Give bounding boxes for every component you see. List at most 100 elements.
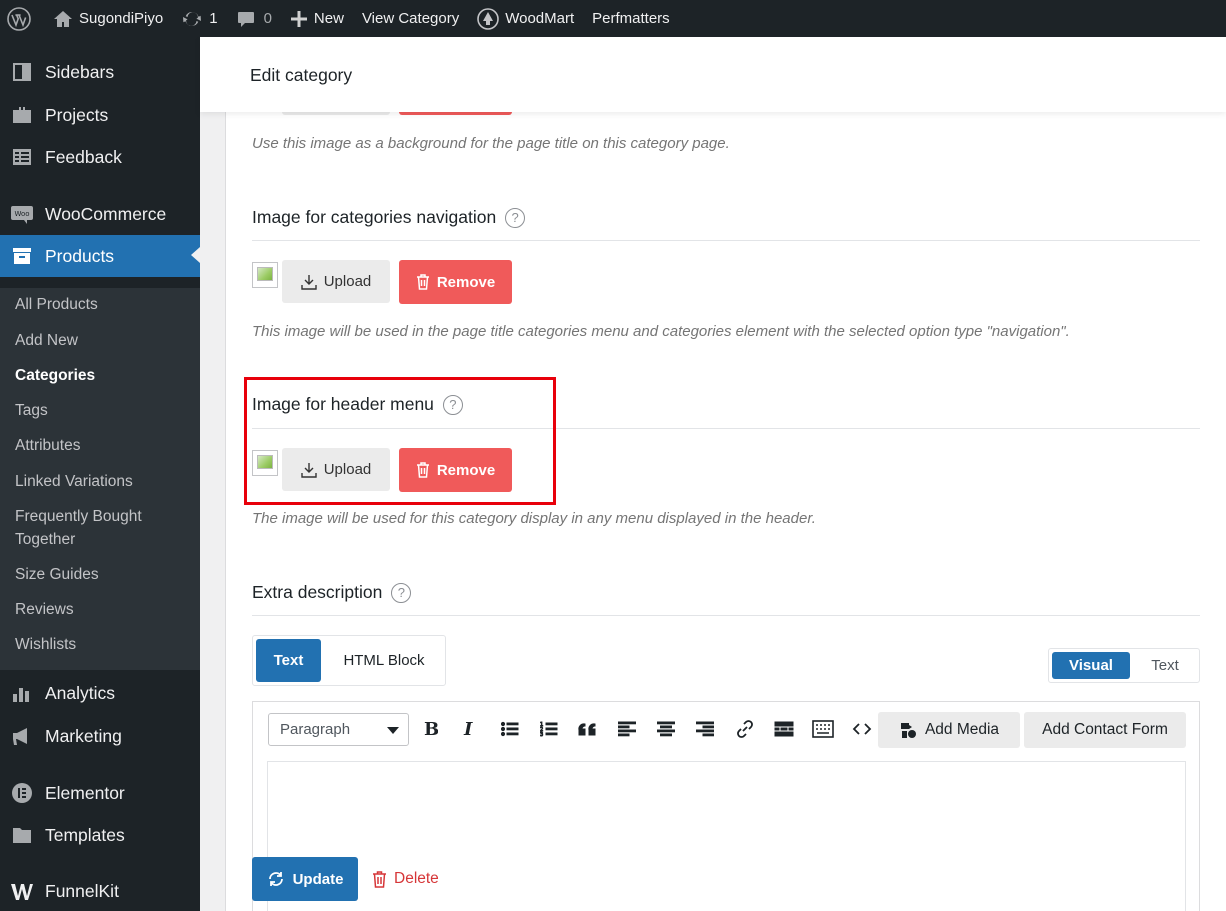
archive-icon bbox=[10, 244, 34, 268]
menu-item-products[interactable]: Products bbox=[0, 235, 200, 277]
update-label: Update bbox=[292, 870, 344, 888]
admin-bar: SugondiPiyo 1 0 New View Category WoodMa… bbox=[0, 0, 1226, 37]
blockquote-icon[interactable] bbox=[576, 717, 600, 741]
download-icon bbox=[301, 274, 317, 290]
link-icon[interactable] bbox=[733, 717, 757, 741]
menu-label: WooCommerce bbox=[45, 203, 167, 224]
editor-mode-tabs: Visual Text bbox=[1048, 648, 1200, 683]
trash-icon bbox=[416, 274, 429, 290]
folder-icon bbox=[10, 823, 34, 847]
align-right-icon[interactable] bbox=[693, 717, 717, 741]
format-select-value: Paragraph bbox=[280, 721, 351, 738]
menu-label: Marketing bbox=[45, 725, 122, 746]
add-media-label: Add Media bbox=[924, 721, 1000, 738]
submenu-tags[interactable]: Tags bbox=[15, 399, 190, 422]
submenu-attributes[interactable]: Attributes bbox=[15, 434, 190, 457]
menu-item-marketing[interactable]: Marketing bbox=[0, 716, 200, 756]
submenu-categories[interactable]: Categories bbox=[15, 364, 190, 387]
menu-label: Products bbox=[45, 245, 115, 266]
submenu-linked-variations[interactable]: Linked Variations bbox=[15, 470, 190, 493]
code-icon[interactable] bbox=[850, 717, 874, 741]
description-type-tabs: Text HTML Block bbox=[252, 635, 446, 686]
view-category-link[interactable]: View Category bbox=[353, 0, 468, 37]
tab-visual[interactable]: Visual bbox=[1052, 652, 1130, 679]
submenu-wishlists[interactable]: Wishlists bbox=[15, 633, 190, 656]
remove-label: Remove bbox=[436, 273, 496, 291]
help-icon[interactable]: ? bbox=[505, 207, 526, 228]
divider bbox=[252, 240, 1200, 241]
nav-image-title-text: Image for categories navigation bbox=[252, 207, 497, 227]
divider bbox=[252, 615, 1200, 616]
bold-icon[interactable]: B bbox=[418, 717, 442, 741]
svg-text:Woo: Woo bbox=[14, 210, 29, 218]
comments-link[interactable]: 0 bbox=[227, 0, 281, 37]
new-label: New bbox=[313, 10, 344, 27]
wordpress-logo-icon[interactable] bbox=[0, 0, 44, 37]
menu-label: Analytics bbox=[45, 682, 116, 703]
woodmart-label: WoodMart bbox=[505, 10, 575, 27]
menu-item-sidebars[interactable]: Sidebars bbox=[0, 52, 200, 92]
woodmart-icon bbox=[477, 7, 500, 30]
extra-description-title: Extra description ? bbox=[252, 582, 412, 603]
refresh-icon bbox=[268, 872, 283, 886]
site-name-link[interactable]: SugondiPiyo bbox=[44, 0, 172, 37]
comments-count: 0 bbox=[263, 10, 272, 27]
tab-text-mode[interactable]: Text bbox=[1132, 652, 1198, 679]
menu-item-woocommerce[interactable]: Woo WooCommerce bbox=[0, 194, 200, 234]
plus-icon bbox=[290, 10, 307, 27]
perfmatters-link[interactable]: Perfmatters bbox=[583, 0, 679, 37]
submenu-reviews[interactable]: Reviews bbox=[15, 598, 190, 621]
menu-label: Elementor bbox=[45, 782, 125, 803]
help-icon[interactable]: ? bbox=[391, 582, 412, 603]
menu-label: Sidebars bbox=[45, 61, 115, 82]
submenu-all-products[interactable]: All Products bbox=[15, 293, 190, 316]
menu-item-projects[interactable]: Projects bbox=[0, 95, 200, 135]
woodmart-link[interactable]: WoodMart bbox=[468, 0, 583, 37]
elementor-icon bbox=[10, 781, 34, 805]
align-center-icon[interactable] bbox=[654, 717, 678, 741]
bullet-list-icon[interactable] bbox=[498, 717, 522, 741]
submenu-size-guides[interactable]: Size Guides bbox=[15, 563, 190, 586]
new-content-link[interactable]: New bbox=[281, 0, 353, 37]
menu-item-analytics[interactable]: Analytics bbox=[0, 673, 200, 713]
nav-image-upload-button[interactable]: Upload bbox=[282, 260, 390, 303]
updates-count: 1 bbox=[209, 10, 218, 27]
submenu-frequently-bought-together[interactable]: Frequently Bought Together bbox=[15, 505, 190, 551]
italic-icon[interactable]: I bbox=[457, 717, 481, 741]
align-left-icon[interactable] bbox=[615, 717, 639, 741]
menu-label: FunnelKit bbox=[45, 880, 119, 901]
menu-label: Feedback bbox=[45, 146, 122, 167]
read-more-icon[interactable] bbox=[772, 717, 796, 741]
submenu-add-new[interactable]: Add New bbox=[15, 329, 190, 352]
tab-text[interactable]: Text bbox=[256, 639, 321, 682]
add-contact-form-button[interactable]: Add Contact Form bbox=[1024, 712, 1186, 748]
perfmatters-label: Perfmatters bbox=[592, 10, 670, 27]
format-select[interactable]: Paragraph bbox=[268, 713, 409, 746]
admin-sidebar: Sidebars Projects Feedback Woo WooCommer… bbox=[0, 37, 200, 911]
woo-icon: Woo bbox=[10, 202, 34, 226]
extra-description-title-text: Extra description bbox=[252, 582, 383, 602]
numbered-list-icon[interactable]: 123 bbox=[537, 717, 561, 741]
nav-image-remove-button[interactable]: Remove bbox=[399, 260, 512, 304]
media-icon bbox=[900, 723, 916, 738]
menu-item-templates[interactable]: Templates bbox=[0, 815, 200, 855]
trash-icon bbox=[373, 870, 386, 888]
update-button[interactable]: Update bbox=[252, 857, 358, 901]
toolbar-toggle-icon[interactable] bbox=[811, 717, 835, 741]
funnelkit-icon bbox=[10, 879, 34, 903]
menu-item-feedback[interactable]: Feedback bbox=[0, 137, 200, 177]
add-media-button[interactable]: Add Media bbox=[878, 712, 1020, 748]
edit-category-form: Use this image as a background for the p… bbox=[225, 90, 1226, 911]
menu-label: Templates bbox=[45, 824, 125, 845]
updates-link[interactable]: 1 bbox=[172, 0, 226, 37]
svg-text:I: I bbox=[463, 720, 473, 738]
header-menu-image-hint: The image will be used for this category… bbox=[252, 510, 816, 527]
delete-button[interactable]: Delete bbox=[372, 857, 439, 901]
menu-item-funnelkit[interactable]: FunnelKit bbox=[0, 871, 200, 911]
nav-image-thumbnail bbox=[252, 262, 278, 288]
nav-image-hint: This image will be used in the page titl… bbox=[252, 323, 1070, 340]
menu-item-elementor[interactable]: Elementor bbox=[0, 773, 200, 813]
megaphone-icon bbox=[10, 724, 34, 748]
view-category-label: View Category bbox=[361, 10, 460, 27]
tab-html-block[interactable]: HTML Block bbox=[329, 639, 439, 682]
